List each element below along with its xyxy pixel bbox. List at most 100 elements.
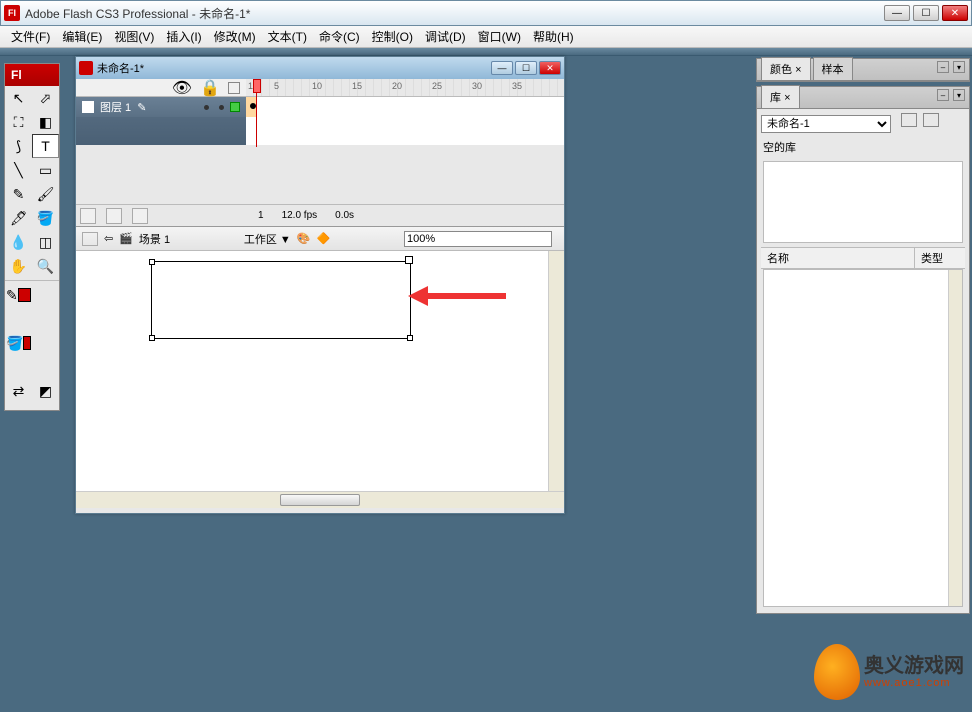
fps-display: 12.0 fps	[282, 210, 318, 221]
stage-hscrollbar[interactable]	[76, 491, 564, 508]
back-icon[interactable]: ⇦	[104, 232, 113, 245]
app-titlebar: Fl Adobe Flash CS3 Professional - 未命名-1*…	[0, 0, 972, 26]
library-list[interactable]	[763, 269, 963, 607]
layer-name: 图层 1	[100, 99, 131, 115]
menu-view[interactable]: 视图(V)	[108, 26, 160, 47]
panel-collapse-button[interactable]: –	[937, 61, 949, 73]
app-title: Adobe Flash CS3 Professional - 未命名-1*	[25, 5, 884, 22]
new-library-icon[interactable]	[923, 113, 939, 127]
workarea-dropdown[interactable]: 工作区 ▼	[244, 231, 291, 247]
edit-scene-icon[interactable]	[82, 232, 98, 246]
annotation-arrow	[426, 293, 506, 299]
app-icon: Fl	[4, 5, 20, 21]
free-transform-tool[interactable]: ⛶	[5, 110, 32, 134]
delete-layer-button[interactable]	[132, 208, 148, 224]
ink-tool[interactable]: 🖋	[5, 206, 32, 230]
default-colors[interactable]: ◩	[32, 379, 59, 403]
frames-area[interactable]	[246, 97, 564, 145]
selection-tool[interactable]: ↖	[5, 86, 32, 110]
tab-close-icon[interactable]: ×	[784, 92, 790, 104]
zoom-combo[interactable]	[404, 231, 552, 247]
maximize-button[interactable]: ☐	[913, 5, 939, 21]
ruler-mark: 15	[352, 81, 362, 91]
panel-menu-button[interactable]: ▾	[953, 61, 965, 73]
document-titlebar[interactable]: 未命名-1* — ☐ ✕	[76, 57, 564, 79]
pencil-icon: ✎	[137, 101, 149, 113]
scene-icon: 🎬	[119, 232, 133, 245]
lasso-tool[interactable]: ⟆	[5, 134, 32, 158]
library-tab[interactable]: 库 ×	[761, 85, 800, 108]
text-field-object[interactable]	[151, 261, 411, 339]
panel-menu-button[interactable]: ▾	[953, 89, 965, 101]
scene-label[interactable]: 场景 1	[139, 231, 170, 247]
library-col-name[interactable]: 名称	[761, 248, 915, 268]
menu-modify[interactable]: 修改(M)	[208, 26, 262, 47]
doc-close-button[interactable]: ✕	[539, 61, 561, 75]
menu-control[interactable]: 控制(O)	[366, 26, 419, 47]
playhead[interactable]	[253, 79, 261, 145]
swap-colors[interactable]: ⇄	[5, 379, 32, 403]
edit-bar: ⇦ 🎬 场景 1 工作区 ▼ 🎨 🔶	[76, 227, 564, 251]
current-frame: 1	[258, 210, 264, 221]
resize-handle[interactable]	[407, 335, 413, 341]
fill-color[interactable]: 🪣	[5, 331, 32, 355]
ruler-mark: 10	[312, 81, 322, 91]
swatch-tab[interactable]: 样本	[813, 57, 853, 80]
resize-handle[interactable]	[405, 256, 413, 264]
zoom-tool[interactable]: 🔍	[32, 254, 59, 278]
brush-tool[interactable]: 🖌	[32, 182, 59, 206]
eraser-tool[interactable]: ◫	[32, 230, 59, 254]
palette-icon[interactable]: 🎨	[297, 232, 311, 245]
ruler-mark: 35	[512, 81, 522, 91]
gradient-tool[interactable]: ◧	[32, 110, 59, 134]
watermark: 奥义游戏网 www.aoe1.com	[814, 644, 964, 700]
document-window: 未命名-1* — ☐ ✕ 👁 🔒 1 5 10 15 20 25 30 35	[75, 56, 565, 514]
menu-file[interactable]: 文件(F)	[5, 26, 56, 47]
stage[interactable]	[76, 251, 564, 491]
symbol-icon[interactable]: 🔶	[317, 232, 331, 245]
doc-maximize-button[interactable]: ☐	[515, 61, 537, 75]
menu-debug[interactable]: 调试(D)	[419, 26, 472, 47]
frame-ruler[interactable]: 1 5 10 15 20 25 30 35	[246, 79, 564, 96]
new-layer-button[interactable]	[80, 208, 96, 224]
library-panel: 库 × –▾ 未命名-1 空的库 名称 类型	[756, 86, 970, 614]
lock-icon[interactable]: 🔒	[200, 78, 220, 98]
resize-handle[interactable]	[149, 259, 155, 265]
hand-tool[interactable]: ✋	[5, 254, 32, 278]
eyedropper-tool[interactable]: 💧	[5, 230, 32, 254]
resize-handle[interactable]	[149, 335, 155, 341]
outline-icon[interactable]	[228, 82, 240, 94]
time-display: 0.0s	[335, 210, 354, 221]
eye-icon[interactable]: 👁	[172, 78, 192, 98]
paint-bucket-tool[interactable]: 🪣	[32, 206, 59, 230]
menu-help[interactable]: 帮助(H)	[527, 26, 580, 47]
layer-row[interactable]: 图层 1 ✎	[76, 97, 246, 117]
close-button[interactable]: ✕	[942, 5, 968, 21]
library-vscrollbar[interactable]	[948, 270, 962, 606]
menu-insert[interactable]: 插入(I)	[160, 26, 207, 47]
doc-minimize-button[interactable]: —	[491, 61, 513, 75]
stage-vscrollbar[interactable]	[548, 251, 564, 491]
library-doc-select[interactable]: 未命名-1	[761, 115, 891, 133]
menu-text[interactable]: 文本(T)	[262, 26, 313, 47]
library-col-type[interactable]: 类型	[915, 248, 965, 268]
panel-collapse-button[interactable]: –	[937, 89, 949, 101]
ruler-mark: 5	[274, 81, 279, 91]
menu-window[interactable]: 窗口(W)	[472, 26, 527, 47]
tab-close-icon[interactable]: ×	[795, 64, 801, 76]
menu-commands[interactable]: 命令(C)	[313, 26, 366, 47]
color-tab[interactable]: 颜色 ×	[761, 57, 811, 80]
stroke-color[interactable]: ✎	[5, 283, 32, 307]
library-preview	[763, 161, 963, 243]
pencil-tool[interactable]: ✎	[5, 182, 32, 206]
new-folder-button[interactable]	[106, 208, 122, 224]
document-title: 未命名-1*	[97, 60, 491, 76]
line-tool[interactable]: ╲	[5, 158, 32, 182]
pin-icon[interactable]	[901, 113, 917, 127]
subselect-tool[interactable]: ⬀	[32, 86, 59, 110]
text-tool[interactable]: T	[32, 134, 59, 158]
rect-tool[interactable]: ▭	[32, 158, 59, 182]
menu-edit[interactable]: 编辑(E)	[56, 26, 108, 47]
minimize-button[interactable]: —	[884, 5, 910, 21]
dock-strip	[0, 48, 972, 56]
